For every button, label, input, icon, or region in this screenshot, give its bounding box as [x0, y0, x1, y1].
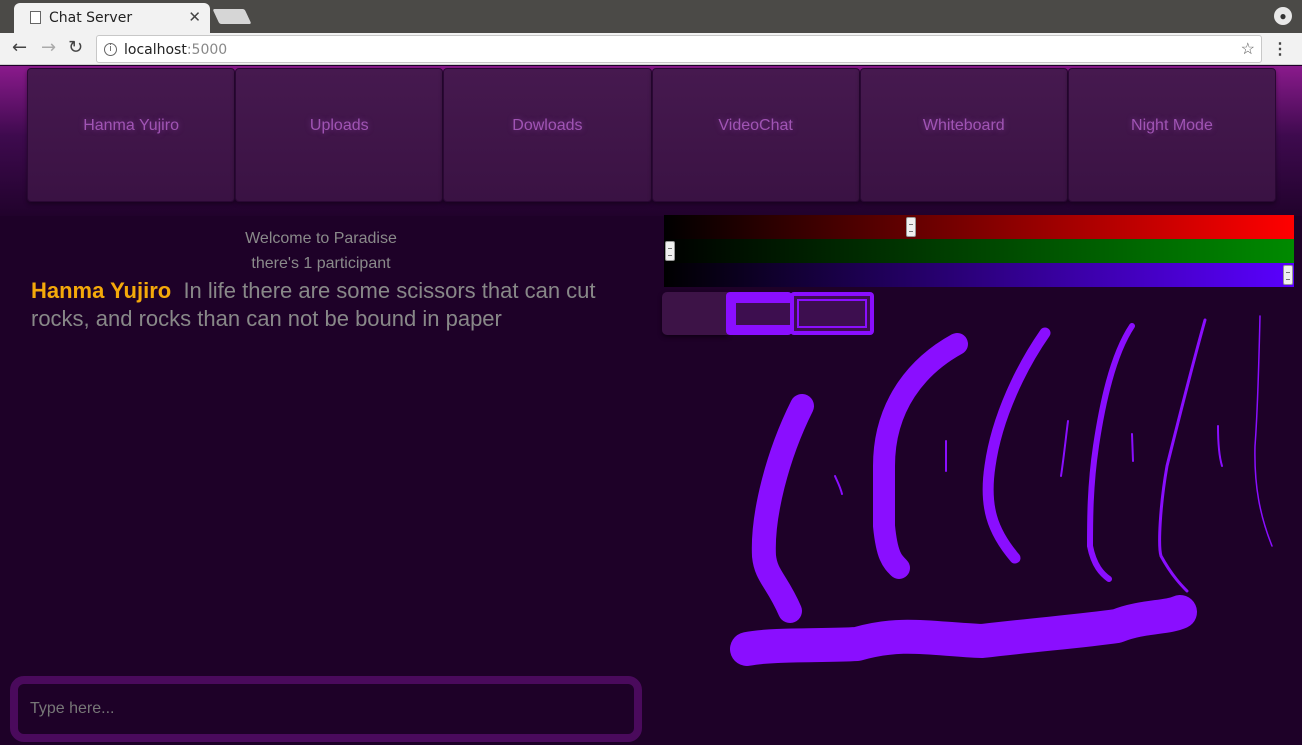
drawing-stroke	[982, 327, 1051, 564]
drawing-stroke	[1217, 425, 1223, 467]
blue-slider-thumb[interactable]	[1283, 265, 1293, 285]
drawing-stroke	[1254, 315, 1273, 547]
drawing-stroke	[1131, 433, 1134, 462]
red-slider-thumb[interactable]	[906, 217, 917, 237]
forward-icon[interactable]: →	[41, 38, 56, 58]
browser-tab-bar: Chat Server ✕ ●	[0, 0, 1302, 33]
nav-uploads-button[interactable]: Uploads	[235, 68, 444, 202]
browser-tab[interactable]: Chat Server ✕	[14, 3, 210, 33]
chat-input[interactable]	[18, 684, 634, 734]
chat-header: Welcome to Paradise there's 1 participan…	[10, 226, 632, 276]
url-host: localhost	[124, 42, 187, 58]
url-port: :5000	[186, 42, 228, 58]
url-text[interactable]: localhost:5000	[124, 42, 227, 58]
drawing-stroke	[751, 394, 814, 623]
address-bar[interactable]: i localhost:5000 ☆	[96, 35, 1262, 63]
drawing-stroke	[730, 595, 1197, 666]
nav-downloads-button[interactable]: Dowloads	[443, 68, 652, 202]
browser-toolbar: ← → ↻ i localhost:5000 ☆ ⋮	[0, 33, 1302, 65]
reload-icon[interactable]: ↻	[68, 38, 83, 58]
tab-title: Chat Server	[49, 10, 133, 26]
page-icon	[30, 11, 41, 24]
participant-count: there's 1 participant	[251, 255, 391, 272]
green-slider[interactable]	[664, 239, 1294, 263]
nav-night-mode-button[interactable]: Night Mode	[1067, 68, 1277, 202]
browser-menu-icon[interactable]: ⋮	[1272, 39, 1288, 59]
chat-message: Hanma Yujiro In life there are some scis…	[31, 277, 631, 333]
chat-app: Hanma Yujiro Uploads Dowloads VideoChat …	[0, 66, 1302, 745]
profile-icon[interactable]: ●	[1274, 7, 1292, 25]
drawing-stroke	[1060, 420, 1069, 477]
drawing-stroke	[1158, 318, 1207, 593]
nav-videochat-button[interactable]: VideoChat	[651, 68, 860, 202]
welcome-text: Welcome to Paradise	[245, 230, 397, 247]
info-icon[interactable]: i	[104, 43, 117, 56]
new-tab-button[interactable]	[212, 9, 252, 24]
close-tab-icon[interactable]: ✕	[188, 8, 201, 26]
nav-whiteboard-button[interactable]: Whiteboard	[859, 68, 1068, 202]
drawing-stroke	[1087, 323, 1135, 582]
bookmark-star-icon[interactable]: ☆	[1241, 39, 1255, 59]
green-slider-thumb[interactable]	[665, 241, 675, 261]
nav-user-button[interactable]: Hanma Yujiro	[27, 68, 236, 202]
nav-bar: Hanma Yujiro Uploads Dowloads VideoChat …	[27, 68, 1277, 202]
red-slider[interactable]	[664, 215, 1294, 239]
back-icon[interactable]: ←	[12, 38, 27, 58]
message-author: Hanma Yujiro	[31, 278, 172, 303]
drawing-stroke	[834, 475, 843, 495]
chat-input-container	[10, 676, 642, 742]
blue-slider[interactable]	[664, 263, 1294, 287]
whiteboard-canvas[interactable]	[662, 306, 1302, 745]
